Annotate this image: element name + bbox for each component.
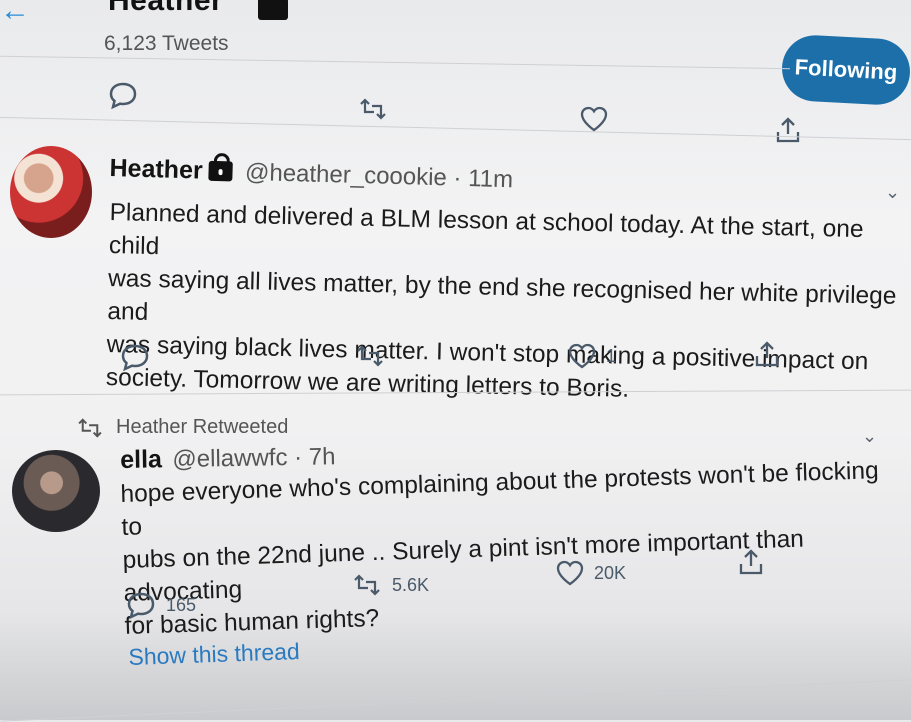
tweet-text: hope everyone who's complaining about th… [120, 453, 905, 642]
reply-count: 165 [166, 594, 197, 615]
like-count: 1 [606, 345, 617, 366]
lock-icon [258, 0, 288, 20]
divider [0, 679, 911, 722]
chevron-down-icon[interactable]: ⌄ [885, 182, 900, 203]
share-icon [739, 549, 763, 575]
author-handle[interactable]: @ellawwfc · 7h [172, 443, 336, 473]
share-icon [776, 117, 800, 143]
tweet-header: Heather @heather_coookie · 11m [109, 154, 513, 194]
retweet-icon [360, 98, 386, 120]
chevron-down-icon[interactable]: ⌄ [862, 426, 877, 447]
reply-icon [121, 344, 149, 372]
lock-icon [208, 160, 233, 182]
author-name[interactable]: ella [120, 445, 162, 474]
share-button[interactable] [754, 340, 780, 368]
tweet-text: Planned and delivered a BLM lesson at sc… [106, 196, 910, 412]
reply-button[interactable] [120, 342, 150, 372]
tweet-header: ella @ellawwfc · 7h [120, 442, 336, 475]
like-button[interactable]: 20K [556, 560, 626, 586]
retweet-icon [78, 417, 102, 438]
divider [0, 55, 790, 70]
author-name[interactable]: Heather [109, 154, 203, 185]
heart-icon [556, 560, 584, 586]
retweet-button[interactable] [358, 98, 388, 120]
like-count: 20K [594, 562, 627, 583]
retweet-context: Heather Retweeted [76, 416, 288, 439]
heart-icon [568, 343, 596, 369]
share-button[interactable] [738, 548, 764, 576]
avatar[interactable] [12, 450, 100, 532]
retweet-button[interactable] [355, 345, 385, 367]
share-icon [755, 341, 779, 367]
reply-button[interactable]: 165 [126, 590, 196, 620]
reply-icon [127, 592, 155, 620]
reply-icon [109, 82, 137, 110]
like-button[interactable]: 1 [568, 343, 616, 369]
following-button[interactable]: Following [780, 33, 911, 107]
share-button[interactable] [775, 116, 801, 144]
retweet-icon [354, 574, 380, 596]
heart-icon [580, 106, 608, 132]
retweet-count: 5.6K [392, 574, 430, 595]
show-thread-link[interactable]: Show this thread [128, 638, 300, 671]
retweet-context-label[interactable]: Heather Retweeted [116, 416, 288, 439]
like-button[interactable] [580, 106, 608, 132]
back-arrow-icon[interactable]: ← [0, 0, 30, 28]
avatar[interactable] [10, 146, 92, 238]
reply-button[interactable] [108, 80, 138, 110]
profile-name: Heather [108, 0, 224, 17]
retweet-button[interactable]: 5.6K [352, 574, 429, 596]
retweet-icon [357, 345, 383, 367]
author-handle[interactable]: @heather_coookie · 11m [245, 159, 514, 193]
tweet-count: 6,123 Tweets [104, 32, 229, 55]
